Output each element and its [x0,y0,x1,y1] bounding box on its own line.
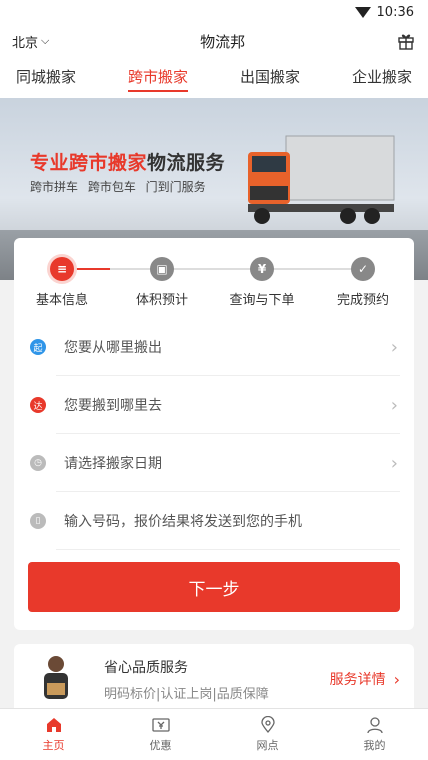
destination-badge-icon: 达 [30,397,46,413]
city-selector[interactable]: 北京 ⌵ [12,32,49,51]
step-query-order: ¥ 查询与下单 [217,257,307,308]
nav-label: 主页 [42,739,65,752]
bottom-nav: 主页 优惠 网点 我的 [0,708,428,760]
wifi-icon [354,6,371,18]
nav-label: 我的 [363,739,386,752]
next-step-button[interactable]: 下一步 [28,562,400,612]
move-date-field[interactable]: ◷ 请选择搬家日期 › [14,434,414,492]
box-icon: ▣ [150,257,174,281]
banner-subtitle: 跨市拼车 跨市包车 门到门服务 [30,180,206,194]
city-label: 北京 [12,35,39,51]
coupon-icon [151,718,170,732]
tab-bar: 同城搬家 跨市搬家 出国搬家 企业搬家 [0,58,428,98]
progress-steps: ≡ 基本信息 ▣ 体积预计 ¥ 查询与下单 ✓ 完成预约 [14,238,414,318]
tab-local-move[interactable]: 同城搬家 [16,58,76,98]
booking-card: ≡ 基本信息 ▣ 体积预计 ¥ 查询与下单 ✓ 完成预约 起 您要从哪里搬出 ›… [14,238,414,630]
step-label: 体积预计 [135,293,188,308]
tab-enterprise-move[interactable]: 企业搬家 [352,58,412,98]
status-bar: 10:36 [0,0,428,24]
banner-title: 专业跨市搬家物流服务 [30,148,225,175]
step-volume-estimate: ▣ 体积预计 [117,257,207,308]
phone-placeholder: 输入号码，报价结果将发送到您的手机 [64,514,302,530]
list-icon: ≡ [50,257,74,281]
banner-title-rest: 物流服务 [147,152,226,174]
check-icon: ✓ [351,257,375,281]
step-basic-info: ≡ 基本信息 [17,257,107,308]
nav-label: 优惠 [149,739,172,752]
nav-outlets[interactable]: 网点 [214,709,321,760]
banner-title-highlight: 专业跨市搬家 [30,152,148,174]
gift-icon[interactable] [396,31,416,51]
service-card[interactable]: 省心品质服务 明码标价|认证上岗|品质保障 服务详情 › [14,644,414,714]
step-label: 查询与下单 [229,293,295,308]
step-label: 完成预约 [336,293,389,308]
from-address-field[interactable]: 起 您要从哪里搬出 › [14,318,414,376]
to-address-field[interactable]: 达 您要搬到哪里去 › [14,376,414,434]
step-label: 基本信息 [35,293,88,308]
nav-discounts[interactable]: 优惠 [107,709,214,760]
to-address-placeholder: 您要搬到哪里去 [64,398,162,414]
user-icon [366,717,383,734]
yen-icon: ¥ [250,257,274,281]
truck-image [248,135,395,224]
from-address-placeholder: 您要从哪里搬出 [64,340,162,356]
service-title: 省心品质服务 [104,659,188,676]
clock-icon: ◷ [30,455,46,471]
chevron-right-icon: › [390,336,398,358]
status-time: 10:36 [376,4,414,20]
tab-overseas-move[interactable]: 出国搬家 [240,58,300,98]
chevron-down-icon: ⌵ [41,34,50,47]
service-subtitle: 明码标价|认证上岗|品质保障 [104,686,269,702]
move-date-placeholder: 请选择搬家日期 [64,456,162,472]
nav-label: 网点 [256,739,279,752]
chevron-right-icon: › [393,669,400,689]
step-complete-booking: ✓ 完成预约 [318,257,408,308]
mover-avatar [44,656,68,699]
service-text: 省心品质服务 明码标价|认证上岗|品质保障 [104,657,330,702]
page-title: 物流邦 [200,32,246,51]
home-icon [46,718,61,732]
origin-badge-icon: 起 [30,339,46,355]
service-details-label: 服务详情 [329,672,386,688]
nav-home[interactable]: 主页 [0,709,107,760]
chevron-right-icon: › [390,394,398,416]
phone-field[interactable]: ▯ 输入号码，报价结果将发送到您的手机 [14,492,414,550]
location-icon [260,716,275,734]
chevron-right-icon: › [390,452,398,474]
header: 北京 ⌵ 物流邦 [0,24,428,58]
phone-icon: ▯ [30,513,46,529]
tab-intercity-move[interactable]: 跨市搬家 [127,58,189,98]
service-details-link[interactable]: 服务详情 › [330,669,400,689]
nav-profile[interactable]: 我的 [321,709,428,760]
